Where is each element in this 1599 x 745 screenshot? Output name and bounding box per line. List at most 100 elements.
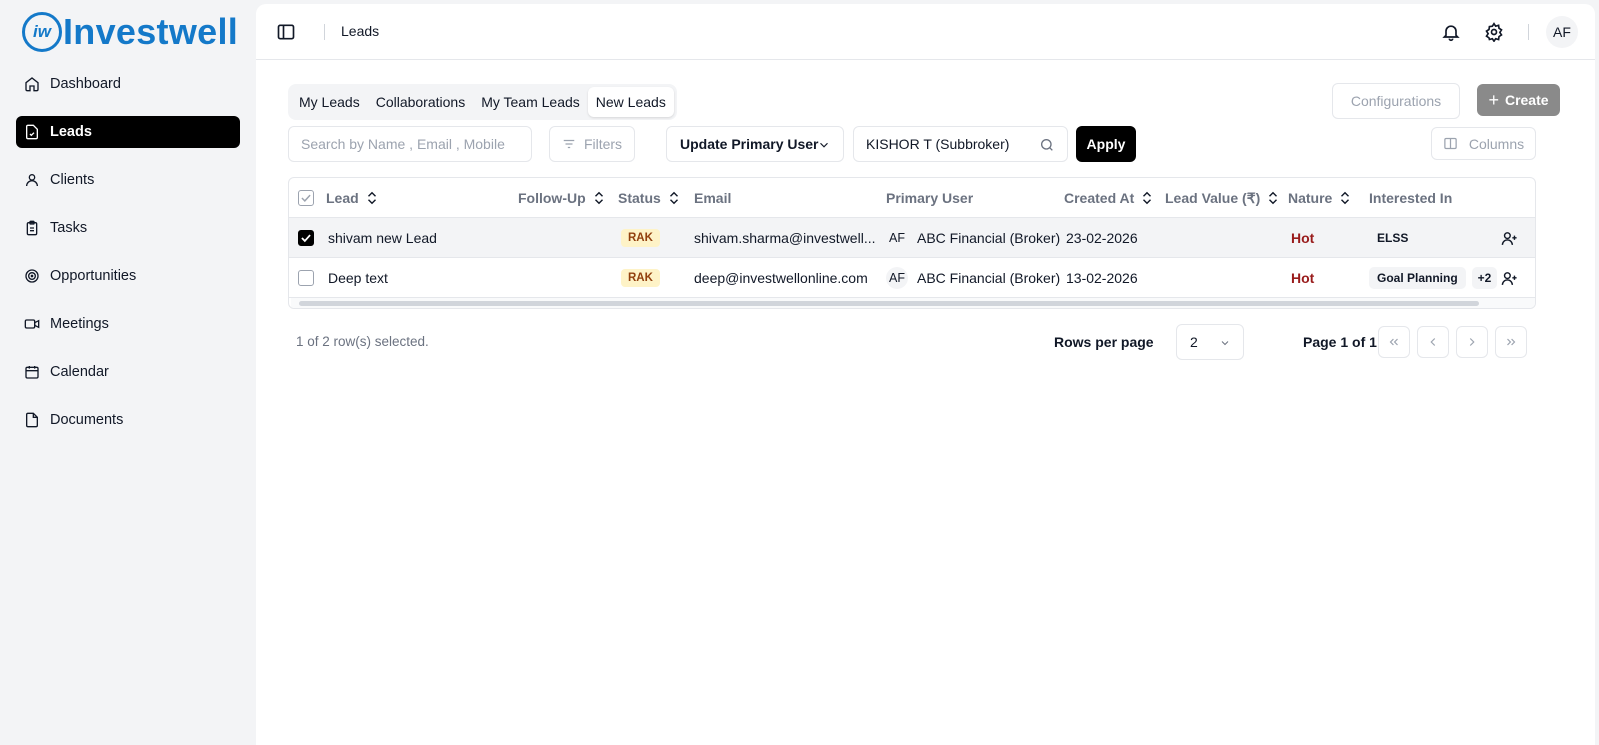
previous-page-button[interactable]	[1417, 326, 1449, 358]
status-badge: RAK	[621, 229, 660, 247]
first-page-button[interactable]	[1378, 326, 1410, 358]
select-all-checkbox[interactable]	[298, 190, 314, 206]
update-primary-user-select[interactable]: Update Primary User	[666, 126, 844, 162]
column-lead-value[interactable]: Lead Value (₹)	[1165, 178, 1279, 218]
sidebar-item-opportunities[interactable]: Opportunities	[16, 260, 240, 292]
interest-chip: Goal Planning	[1369, 267, 1466, 289]
rows-per-page-select[interactable]: 2	[1176, 324, 1244, 360]
tab-my-team-leads[interactable]: My Team Leads	[473, 87, 588, 117]
calendar-icon	[25, 366, 39, 379]
column-lead[interactable]: Lead	[326, 178, 378, 218]
column-label: Primary User	[886, 190, 974, 206]
update-primary-user-label: Update Primary User	[680, 136, 819, 152]
user-plus-icon[interactable]	[1501, 270, 1518, 287]
table-header: Lead Follow-Up Status Email Primary User…	[289, 178, 1535, 218]
status-badge: RAK	[621, 269, 660, 287]
sidebar-toggle-icon[interactable]	[276, 22, 296, 42]
columns-label: Columns	[1468, 135, 1525, 152]
chevron-right-icon	[1469, 338, 1475, 346]
gear-icon[interactable]	[1484, 22, 1504, 42]
columns-button[interactable]: Columns	[1431, 127, 1536, 160]
more-interests-chip[interactable]: +2	[1471, 267, 1498, 289]
page-indicator: Page 1 of 1	[1303, 334, 1377, 350]
user-search-field[interactable]: KISHOR T (Subbroker)	[853, 126, 1068, 162]
sidebar-item-label: Opportunities	[50, 268, 137, 284]
main-panel: Leads AF My Leads Collaborations My Team…	[256, 4, 1595, 745]
divider	[324, 24, 325, 40]
chevrons-left-icon	[1389, 338, 1398, 346]
column-follow-up[interactable]: Follow-Up	[518, 178, 605, 218]
chevron-down-icon	[820, 142, 828, 148]
chevron-left-icon	[1430, 338, 1436, 346]
column-nature[interactable]: Nature	[1288, 178, 1351, 218]
column-label: Status	[618, 190, 661, 206]
video-icon	[24, 319, 40, 329]
scrollbar-thumb[interactable]	[299, 301, 1479, 306]
sidebar-nav: Dashboard Leads Clients Tasks Opportunit…	[16, 68, 240, 452]
horizontal-scrollbar[interactable]	[291, 298, 1535, 308]
sort-icon	[1269, 191, 1278, 205]
sidebar-item-meetings[interactable]: Meetings	[16, 308, 240, 340]
tab-collaborations[interactable]: Collaborations	[368, 87, 474, 117]
sidebar-item-label: Documents	[50, 412, 124, 428]
logo-badge: iw	[22, 12, 62, 52]
nature-cell: Hot	[1291, 230, 1315, 246]
selection-count: 1 of 2 row(s) selected.	[296, 334, 429, 349]
user-avatar[interactable]: AF	[1546, 16, 1578, 48]
sidebar-item-calendar[interactable]: Calendar	[16, 356, 240, 388]
row-checkbox[interactable]	[298, 230, 314, 246]
email-cell: deep@investwellonline.com	[694, 270, 868, 286]
sort-icon	[1143, 191, 1152, 205]
sidebar-item-dashboard[interactable]: Dashboard	[16, 68, 240, 100]
search-input[interactable]	[288, 126, 532, 162]
primary-user-avatar: AF	[886, 227, 908, 249]
create-button[interactable]: + Create	[1477, 84, 1560, 116]
home-icon	[25, 77, 39, 92]
email-cell: shivam.sharma@investwell...	[694, 230, 876, 246]
sidebar: iw Investwell Dashboard Leads Clients Ta…	[0, 0, 256, 745]
interested-in-cell: ELSS	[1369, 218, 1422, 258]
sidebar-item-clients[interactable]: Clients	[16, 164, 240, 196]
bell-icon[interactable]	[1441, 22, 1461, 42]
table-row[interactable]: shivam new Lead RAK shivam.sharma@invest…	[289, 218, 1535, 258]
row-checkbox[interactable]	[298, 270, 314, 286]
apply-button[interactable]: Apply	[1076, 126, 1136, 162]
clipboard-icon	[26, 220, 38, 236]
user-plus-icon[interactable]	[1501, 230, 1518, 247]
sidebar-item-label: Dashboard	[50, 76, 121, 92]
lead-name[interactable]: shivam new Lead	[328, 218, 437, 258]
column-label: Follow-Up	[518, 190, 586, 206]
column-primary-user: Primary User	[886, 178, 973, 218]
investwell-logo[interactable]: iw Investwell	[22, 12, 238, 52]
user-field-value: KISHOR T (Subbroker)	[866, 136, 1010, 152]
last-page-button[interactable]	[1495, 326, 1527, 358]
column-label: Nature	[1288, 190, 1333, 206]
tab-my-leads[interactable]: My Leads	[291, 87, 368, 117]
column-created-at[interactable]: Created At	[1064, 178, 1153, 218]
sidebar-item-documents[interactable]: Documents	[16, 404, 240, 436]
lead-tabs: My Leads Collaborations My Team Leads Ne…	[288, 84, 677, 120]
sidebar-item-leads[interactable]: Leads	[16, 116, 240, 148]
column-label: Created At	[1064, 190, 1135, 206]
column-label: Lead Value (₹)	[1165, 189, 1261, 206]
columns-icon	[1444, 137, 1457, 150]
rows-per-page-label: Rows per page	[1054, 334, 1154, 350]
target-icon	[25, 269, 39, 283]
primary-user-cell: AF ABC Financial (Broker)	[886, 218, 1060, 258]
lead-name[interactable]: Deep text	[328, 258, 388, 298]
sidebar-item-tasks[interactable]: Tasks	[16, 212, 240, 244]
next-page-button[interactable]	[1456, 326, 1488, 358]
tab-new-leads[interactable]: New Leads	[587, 87, 674, 117]
configurations-button[interactable]: Configurations	[1332, 83, 1460, 119]
table-row[interactable]: Deep text RAK deep@investwellonline.com …	[289, 258, 1535, 298]
status-cell: RAK	[621, 218, 660, 258]
column-status[interactable]: Status	[618, 178, 680, 218]
sidebar-item-label: Calendar	[50, 364, 109, 380]
check-icon	[301, 194, 311, 202]
leads-table: Lead Follow-Up Status Email Primary User…	[288, 177, 1536, 309]
column-label: Interested In	[1369, 190, 1453, 206]
filter-icon	[563, 139, 575, 149]
primary-user-cell: AF ABC Financial (Broker)	[886, 258, 1060, 298]
interest-chip: ELSS	[1377, 231, 1409, 245]
filters-button[interactable]: Filters	[549, 126, 635, 162]
